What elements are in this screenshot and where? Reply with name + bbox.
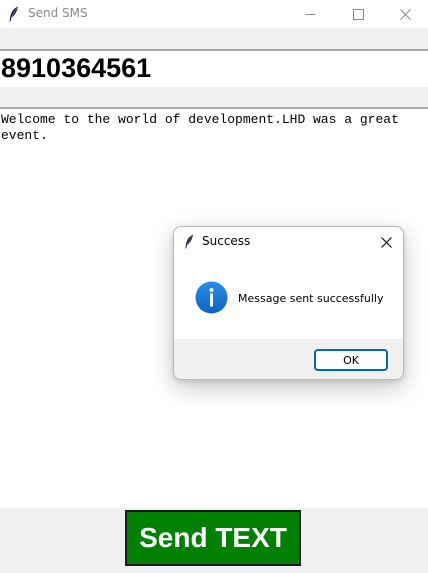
- success-dialog: Success Message sent successfully OK: [173, 226, 404, 380]
- dialog-body: Message sent successfully: [174, 257, 403, 339]
- phone-number-input[interactable]: 8910364561: [0, 49, 428, 87]
- dialog-message: Message sent successfully: [238, 292, 384, 305]
- close-icon: [399, 8, 411, 20]
- dialog-close-button[interactable]: [375, 231, 397, 253]
- middle-padding: [0, 87, 428, 107]
- maximize-icon: [352, 8, 364, 20]
- feather-icon: [185, 234, 194, 249]
- maximize-button[interactable]: [334, 0, 382, 28]
- feather-icon: [9, 6, 19, 22]
- main-titlebar: Send SMS: [0, 0, 428, 28]
- info-icon: [195, 281, 228, 314]
- dialog-footer: OK: [174, 339, 403, 379]
- minimize-button[interactable]: [286, 0, 334, 28]
- close-button[interactable]: [381, 0, 428, 28]
- dialog-titlebar: Success: [174, 227, 403, 257]
- minimize-icon: [305, 13, 315, 15]
- window-title: Send SMS: [28, 6, 88, 20]
- send-text-button[interactable]: Send TEXT: [125, 510, 301, 566]
- ok-button[interactable]: OK: [314, 349, 388, 371]
- top-padding: [0, 28, 428, 49]
- close-icon: [380, 236, 392, 248]
- dialog-title: Success: [202, 234, 251, 248]
